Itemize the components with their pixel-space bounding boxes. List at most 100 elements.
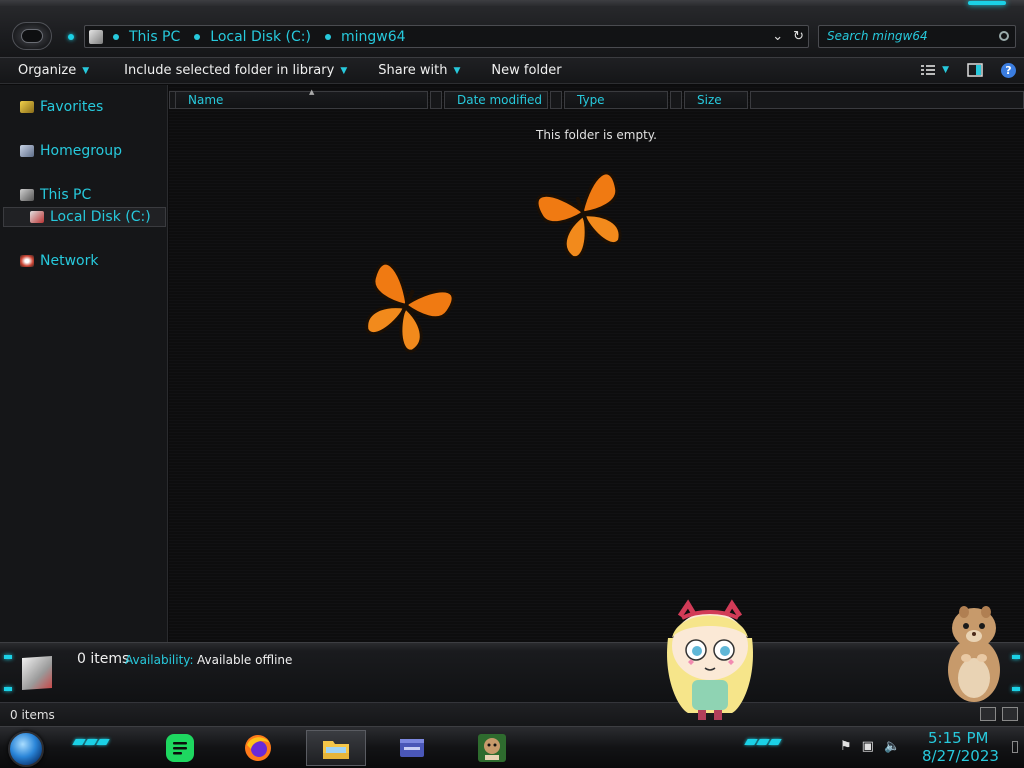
preview-pane-icon[interactable] <box>967 62 983 78</box>
taskbar-app-firefox[interactable] <box>228 730 288 766</box>
include-library-label: Include selected folder in library <box>124 63 335 78</box>
refresh-icon[interactable]: ↻ <box>793 29 804 44</box>
taskbar-app-box[interactable] <box>462 730 522 766</box>
view-controls: ▼ ? <box>920 62 1016 78</box>
column-label: Name <box>188 93 224 107</box>
taskbar: ⚑ ▣ 🔈 5:15 PM 8/27/2023 <box>0 726 1024 768</box>
column-label: Type <box>577 93 605 107</box>
include-in-library-button[interactable]: Include selected folder in library ▼ <box>100 63 358 78</box>
column-gap <box>670 91 682 109</box>
window-app-icon <box>400 739 424 757</box>
sort-arrow-icon: ▲ <box>309 88 315 96</box>
nav-item-this-pc[interactable]: This PC <box>20 187 91 203</box>
column-header-size[interactable]: Size <box>684 91 748 109</box>
butterfly-icon <box>535 171 622 259</box>
taskbar-accent <box>744 739 782 745</box>
nav-item-local-disk[interactable]: Local Disk (C:) <box>30 209 151 225</box>
volume-icon[interactable]: 🔈 <box>884 739 900 754</box>
help-icon[interactable]: ? <box>1001 62 1016 78</box>
details-accent <box>1012 655 1020 659</box>
navigation-pane: Favorites Homegroup This PC Local Disk (… <box>0 85 168 642</box>
nav-label: Local Disk (C:) <box>50 209 151 225</box>
back-forward-button[interactable] <box>12 22 52 50</box>
breadcrumb-mingw64[interactable]: mingw64 <box>321 29 416 45</box>
organize-button[interactable]: Organize ▼ <box>0 63 100 78</box>
window-top-edge <box>0 0 1024 6</box>
large-icons-view-icon[interactable] <box>1002 707 1018 721</box>
details-pane: 0 items Availability: Available offline <box>0 642 1024 702</box>
availability-value: Available offline <box>197 653 293 667</box>
nav-item-network[interactable]: Network <box>20 253 98 269</box>
network-tray-icon[interactable]: ▣ <box>862 739 874 754</box>
breadcrumb-label: mingw64 <box>340 28 406 45</box>
availability-label: Availability: <box>125 653 194 667</box>
notes-app-icon <box>166 734 194 762</box>
details-accent <box>4 687 12 691</box>
column-header-date-modified[interactable]: Date modified <box>444 91 548 109</box>
share-with-button[interactable]: Share with ▼ <box>358 63 471 78</box>
back-arrow-icon <box>21 29 43 43</box>
search-input[interactable]: Search mingw64 <box>818 25 1016 48</box>
system-tray: ⚑ ▣ 🔈 <box>840 739 900 754</box>
chevron-down-icon: ▼ <box>340 65 348 76</box>
column-header-type[interactable]: Type <box>564 91 668 109</box>
new-folder-label: New folder <box>491 63 562 78</box>
status-view-toggles <box>980 707 1018 721</box>
column-header-name[interactable]: Name <box>175 91 428 109</box>
column-filler <box>750 91 1024 109</box>
address-history-chevron-down-icon[interactable]: ⌄ <box>772 29 783 44</box>
taskbar-app-control-panel[interactable] <box>382 730 442 766</box>
breadcrumb-separator-icon <box>194 33 201 40</box>
new-folder-button[interactable]: New folder <box>471 63 572 78</box>
empty-folder-message: This folder is empty. <box>536 128 657 142</box>
nav-item-homegroup[interactable]: Homegroup <box>20 143 122 159</box>
show-desktop-button[interactable] <box>1012 741 1018 753</box>
title-bar: This PC Local Disk (C:) mingw64 ⌄ ↻ Sear… <box>0 0 1024 58</box>
details-view-icon[interactable] <box>980 707 996 721</box>
action-center-flag-icon[interactable]: ⚑ <box>840 739 852 754</box>
drive-icon <box>30 211 44 223</box>
nav-label: This PC <box>40 187 92 203</box>
star-icon <box>20 101 34 113</box>
folder-thumbnail-icon <box>22 655 52 691</box>
start-button[interactable] <box>8 731 44 767</box>
address-controls: ⌄ ↻ <box>772 26 804 47</box>
view-options-chevron-down-icon[interactable]: ▼ <box>942 65 949 75</box>
nav-label: Favorites <box>40 99 104 115</box>
homegroup-icon <box>20 145 34 157</box>
taskbar-app-file-explorer[interactable] <box>306 730 366 766</box>
breadcrumb-this-pc[interactable]: This PC <box>109 29 190 45</box>
details-accent <box>1012 687 1020 691</box>
search-placeholder: Search mingw64 <box>827 29 928 43</box>
status-bar: 0 items <box>0 702 1024 726</box>
hamster-illustration <box>948 606 1000 702</box>
search-icon[interactable] <box>999 31 1009 41</box>
clock-time[interactable]: 5:15 PM <box>928 729 988 747</box>
nav-label: Network <box>40 253 99 269</box>
taskbar-app-notes[interactable] <box>150 730 210 766</box>
nav-label: Homegroup <box>40 143 123 159</box>
nav-item-favorites[interactable]: Favorites <box>20 99 103 115</box>
firefox-icon <box>245 735 271 761</box>
column-label: Size <box>697 93 722 107</box>
column-gap <box>430 91 442 109</box>
recent-locations-dot-icon[interactable] <box>68 34 74 40</box>
breadcrumb-local-disk[interactable]: Local Disk (C:) <box>190 29 321 45</box>
drive-location-icon <box>89 29 103 44</box>
breadcrumb-label: This PC <box>129 28 181 45</box>
network-icon <box>20 255 34 267</box>
column-headers: Name ▲ Date modified Type Size <box>169 88 1024 109</box>
organize-label: Organize <box>18 63 77 78</box>
file-list-area[interactable]: Name ▲ Date modified Type Size This fold… <box>169 85 1024 642</box>
details-accent <box>4 655 12 659</box>
chevron-down-icon: ▼ <box>82 65 90 76</box>
breadcrumb-separator-icon <box>113 33 119 40</box>
breadcrumb-separator-icon <box>324 33 331 40</box>
change-view-icon[interactable] <box>920 62 936 78</box>
cartoon-girl-illustration <box>667 599 753 720</box>
share-with-label: Share with <box>378 63 448 78</box>
butterfly-icon <box>365 261 455 353</box>
clock-date[interactable]: 8/27/2023 <box>922 747 999 765</box>
address-bar[interactable]: This PC Local Disk (C:) mingw64 ⌄ ↻ <box>84 25 809 48</box>
details-item-count: 0 items <box>77 651 130 667</box>
